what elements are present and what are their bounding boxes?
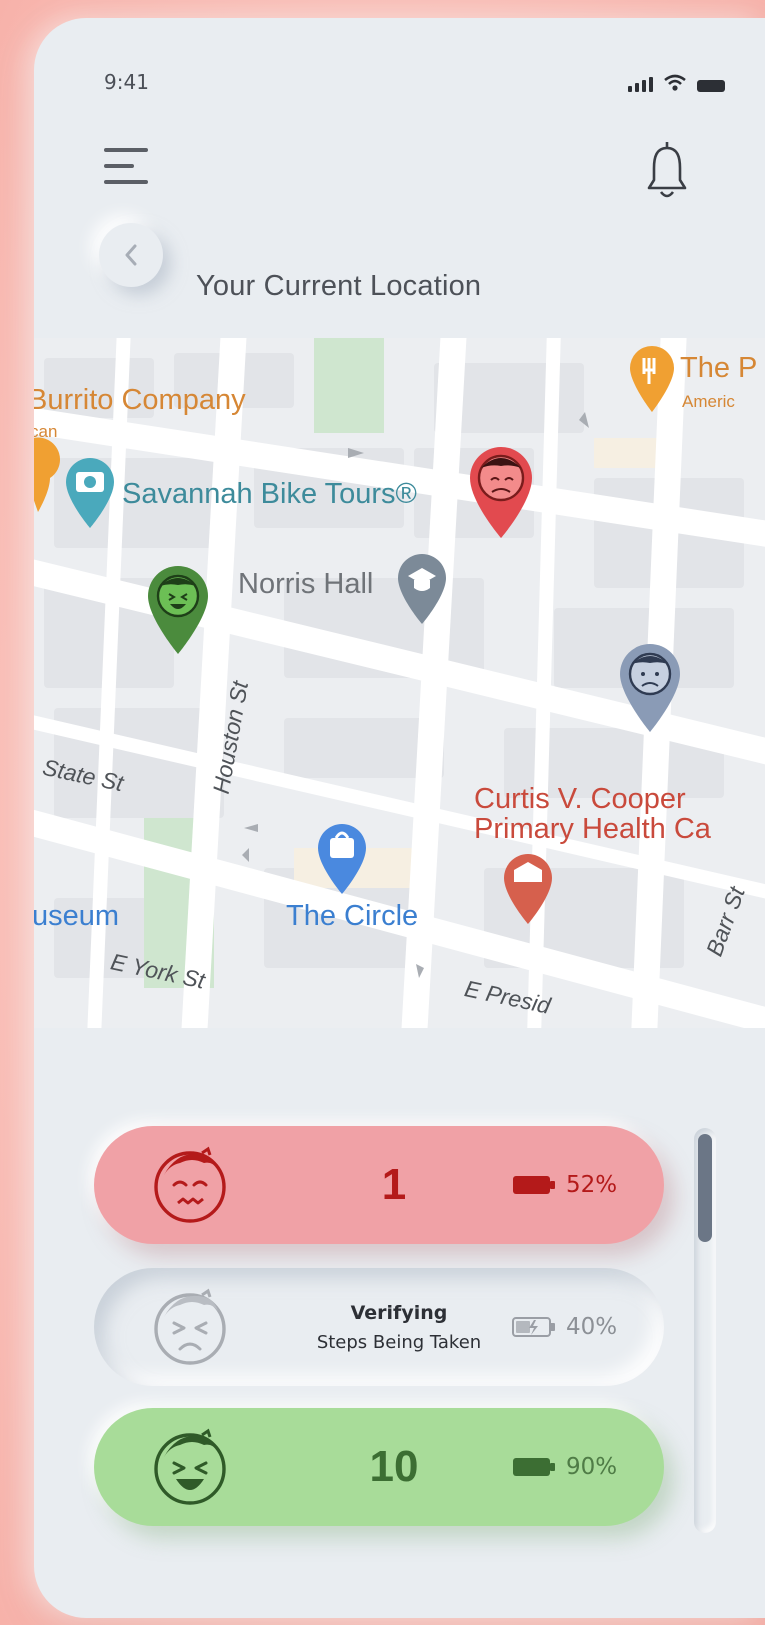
status-icons <box>628 74 725 92</box>
card-count: 10 <box>369 1442 419 1491</box>
scrollbar-track[interactable] <box>694 1128 716 1533</box>
sad-face-icon <box>154 1146 226 1223</box>
battery-icon <box>513 1458 555 1476</box>
battery-percent: 90% <box>566 1454 618 1480</box>
battery-status-icon <box>697 80 725 92</box>
poi-label-bike-tours[interactable]: Savannah Bike Tours® <box>122 478 417 511</box>
battery-charging-icon <box>512 1317 555 1337</box>
phone-screen: 9:41 Your Current Location Burrito Compa… <box>34 18 765 1618</box>
poi-label-museum[interactable]: useum <box>34 900 119 933</box>
status-list: 1 52% Verifying Steps Being Taken 40% 10… <box>34 1028 765 1618</box>
battery-indicator: 90% <box>512 1454 617 1480</box>
battery-indicator: 40% <box>512 1314 617 1340</box>
poi-label-burrito[interactable]: Burrito Company <box>34 384 246 417</box>
poi-label-norris-hall[interactable]: Norris Hall <box>238 568 373 601</box>
poi-label-curtis-cooper-2[interactable]: Primary Health Ca <box>474 814 711 845</box>
bell-icon[interactable] <box>644 136 690 206</box>
back-button[interactable] <box>99 223 163 287</box>
verifying-text: Verifying Steps Being Taken <box>284 1302 514 1353</box>
wifi-icon <box>664 74 686 91</box>
laughing-face-icon <box>154 1428 226 1505</box>
signal-icon <box>628 77 653 92</box>
battery-percent: 52% <box>566 1172 618 1198</box>
battery-percent: 40% <box>566 1314 618 1340</box>
chevron-left-icon <box>125 244 137 266</box>
verifying-subtitle: Steps Being Taken <box>316 1331 482 1353</box>
poi-sublabel-burrito: can <box>34 422 58 441</box>
page-title: Your Current Location <box>196 270 482 302</box>
status-bar: 9:41 <box>34 18 765 128</box>
status-card-verifying[interactable]: Verifying Steps Being Taken 40% <box>94 1268 664 1386</box>
battery-icon <box>513 1176 555 1194</box>
poi-label-curtis-cooper-1[interactable]: Curtis V. Cooper <box>474 784 686 815</box>
battery-indicator: 52% <box>512 1172 617 1198</box>
poi-label-pirates-house[interactable]: The P <box>680 352 757 385</box>
poi-sublabel-pirates-house: Americ <box>682 392 735 411</box>
scrollbar-thumb[interactable] <box>698 1134 712 1242</box>
poi-label-the-circle[interactable]: The Circle <box>286 900 418 933</box>
status-time: 9:41 <box>104 70 149 94</box>
pained-face-icon <box>154 1288 226 1365</box>
card-count: 1 <box>381 1160 407 1209</box>
map-view[interactable]: Burrito Company can The P Americ Savanna… <box>34 338 765 1028</box>
menu-icon[interactable] <box>104 148 150 188</box>
status-card-happy[interactable]: 10 90% <box>94 1408 664 1526</box>
verifying-title: Verifying <box>350 1301 448 1324</box>
status-card-sad[interactable]: 1 52% <box>94 1126 664 1244</box>
